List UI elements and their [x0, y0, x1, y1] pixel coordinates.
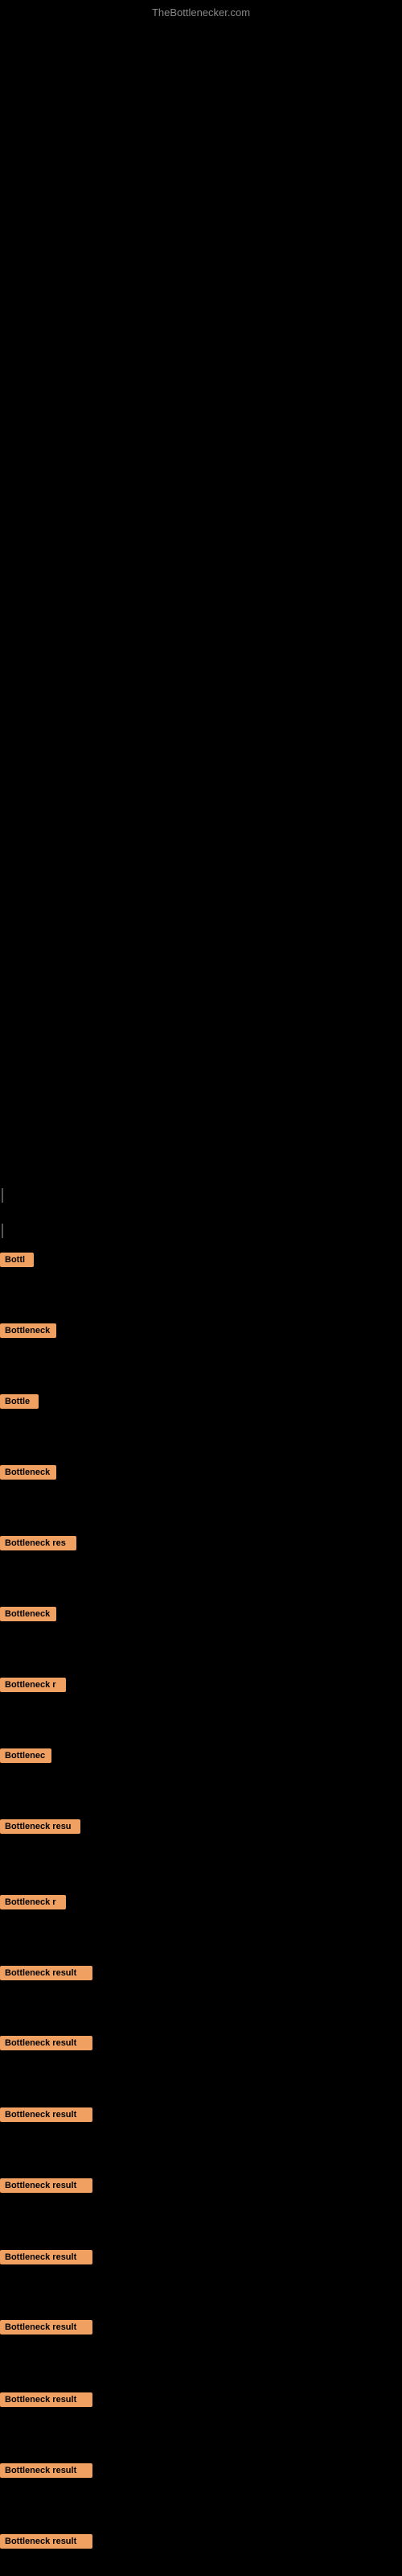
bottleneck-label-1: Bottl — [0, 1253, 34, 1267]
bottleneck-label-16: Bottleneck result — [0, 2320, 92, 2334]
bottleneck-label-6: Bottleneck — [0, 1607, 56, 1621]
bottleneck-label-18: Bottleneck result — [0, 2463, 92, 2478]
bottleneck-label-17: Bottleneck result — [0, 2392, 92, 2407]
site-title: TheBottlenecker.com — [152, 6, 250, 19]
bottleneck-label-9: Bottleneck resu — [0, 1819, 80, 1834]
bottleneck-label-11: Bottleneck result — [0, 1966, 92, 1980]
bottleneck-label-5: Bottleneck res — [0, 1536, 76, 1550]
bottleneck-label-3: Bottle — [0, 1394, 39, 1409]
bottleneck-label-14: Bottleneck result — [0, 2178, 92, 2193]
bottleneck-label-7: Bottleneck r — [0, 1678, 66, 1692]
bottleneck-label-8: Bottlenec — [0, 1748, 51, 1763]
bottleneck-label-2: Bottleneck — [0, 1323, 56, 1338]
bottleneck-label-15: Bottleneck result — [0, 2250, 92, 2264]
bottleneck-label-12: Bottleneck result — [0, 2036, 92, 2050]
bottleneck-label-13: Bottleneck result — [0, 2107, 92, 2122]
bottleneck-label-10: Bottleneck r — [0, 1895, 66, 1909]
cursor-line-1 — [2, 1188, 3, 1203]
cursor-line-2 — [2, 1224, 3, 1238]
bottleneck-label-4: Bottleneck — [0, 1465, 56, 1480]
bottleneck-label-19: Bottleneck result — [0, 2534, 92, 2549]
